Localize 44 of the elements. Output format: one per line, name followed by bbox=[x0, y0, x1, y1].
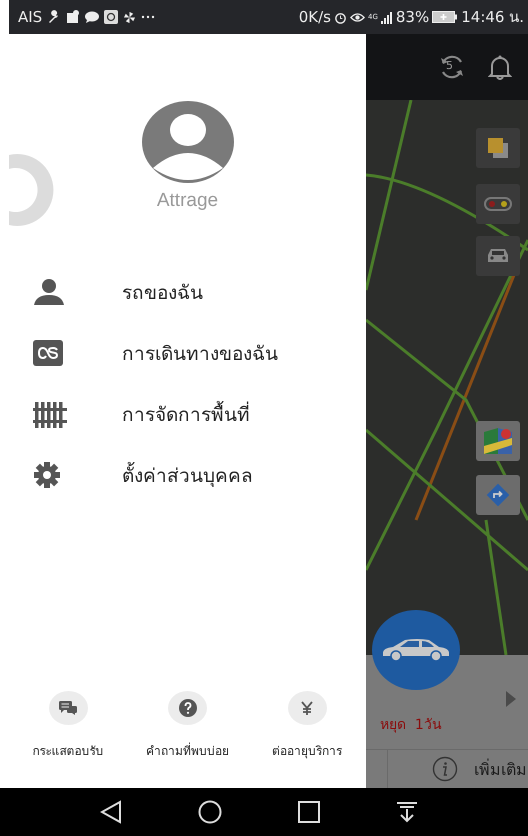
more-icon bbox=[141, 15, 156, 19]
traffic-toggle-button[interactable] bbox=[476, 184, 520, 224]
traffic-light-icon bbox=[484, 197, 512, 211]
maps-app-button[interactable] bbox=[476, 421, 520, 461]
refresh-icon[interactable] bbox=[438, 53, 466, 81]
person-icon bbox=[33, 278, 65, 306]
refresh-count: 5 bbox=[446, 59, 453, 72]
yen-icon bbox=[301, 701, 313, 715]
menu-item[interactable]: การจัดการพื้นที่ bbox=[9, 394, 366, 434]
menu-item[interactable]: การเดินทางของฉัน bbox=[9, 333, 366, 373]
car-icon bbox=[485, 247, 511, 265]
profile-name: Attrage bbox=[156, 190, 218, 212]
map-icon bbox=[484, 428, 512, 454]
avatar-icon bbox=[140, 100, 234, 184]
menu-item[interactable]: ตั้งค่าส่วนบุคคล bbox=[9, 455, 366, 495]
layers-icon bbox=[487, 137, 509, 159]
recents-icon[interactable] bbox=[298, 801, 320, 823]
info-icon bbox=[432, 756, 458, 782]
chat-bubble-icon bbox=[85, 11, 100, 23]
alarm-clock-icon bbox=[334, 10, 347, 24]
back-icon[interactable] bbox=[100, 800, 122, 824]
settings-icon bbox=[33, 461, 61, 489]
signal-icon bbox=[380, 10, 393, 24]
menu-item[interactable]: รถของฉัน bbox=[9, 272, 366, 312]
help-icon bbox=[178, 699, 196, 717]
network-speed: 0K/s bbox=[298, 8, 331, 26]
chat-icon bbox=[59, 700, 77, 716]
parking-status: หยุด 1วัน bbox=[380, 716, 442, 735]
battery-percent: 83% bbox=[396, 8, 430, 26]
vehicle-button[interactable] bbox=[476, 236, 520, 276]
footer-link[interactable]: ต่ออายุบริการ bbox=[252, 691, 362, 760]
home-icon[interactable] bbox=[198, 800, 222, 824]
carrier-name: AIS bbox=[18, 8, 42, 26]
route-badge-icon bbox=[33, 340, 63, 366]
bell-icon[interactable] bbox=[488, 54, 512, 80]
footer-link[interactable]: กระแสตอบรับ bbox=[13, 691, 123, 760]
footer-link[interactable]: คำถามที่พบบ่อย bbox=[132, 691, 242, 760]
fence-icon bbox=[33, 400, 67, 428]
clock-time: 14:46 น. bbox=[461, 7, 524, 28]
layers-button[interactable] bbox=[476, 128, 520, 168]
notification-pulldown-icon[interactable] bbox=[396, 801, 418, 823]
eye-icon bbox=[350, 12, 365, 22]
battery-icon bbox=[432, 11, 458, 23]
car-icon bbox=[381, 638, 451, 662]
